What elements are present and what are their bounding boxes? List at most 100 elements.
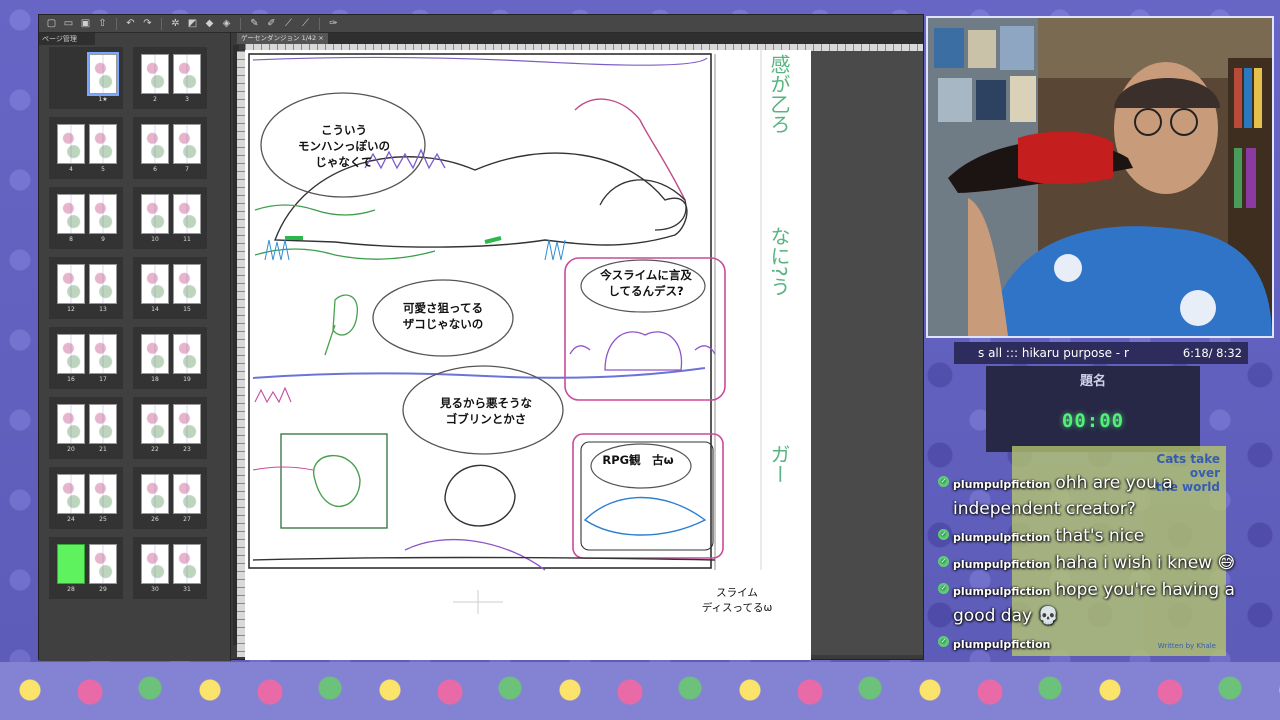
document-tab-label: ゲーセンダンジョン 1/42 xyxy=(241,34,317,42)
page-thumbnail[interactable] xyxy=(57,404,85,444)
page-thumbnail[interactable] xyxy=(173,474,201,514)
page-number: 4 xyxy=(69,166,73,173)
page-number: 30 xyxy=(151,586,159,593)
page-number: 19 xyxy=(183,376,191,383)
chat-text: that's nice xyxy=(1055,526,1145,546)
page-thumbnail[interactable] xyxy=(141,124,169,164)
line-tool-icon[interactable]: ⟋ xyxy=(299,17,312,30)
page-number: 1★ xyxy=(98,96,108,103)
undo-icon[interactable]: ↶ xyxy=(124,17,137,30)
chat-message: ✓ plumpulpfiction xyxy=(936,630,1236,656)
page-thumbnail[interactable] xyxy=(173,334,201,374)
page-spread: 18 19 xyxy=(133,327,230,391)
page-number: 11 xyxy=(183,236,191,243)
badge-icon: ✓ xyxy=(938,556,949,567)
ruler-icon[interactable]: ⟋ xyxy=(282,17,295,30)
page-number: 26 xyxy=(151,516,159,523)
speech-bubble-2: 可愛さ狙ってる ザコじゃないの xyxy=(402,301,484,331)
toolbar-divider xyxy=(116,17,117,30)
page-thumbnail[interactable] xyxy=(89,194,117,234)
page-number: 18 xyxy=(151,376,159,383)
chat-panel: ✓ plumpulpfiction ohh are you a independen… xyxy=(936,470,1236,657)
document-tab[interactable]: ゲーセンダンジョン 1/42 × xyxy=(237,33,328,44)
page-thumbnail[interactable] xyxy=(141,544,169,584)
page-thumbnail[interactable] xyxy=(141,264,169,304)
open-folder-icon[interactable]: ▭ xyxy=(62,17,75,30)
page-thumbnail[interactable] xyxy=(87,52,119,96)
toolbar-divider xyxy=(240,17,241,30)
settings-gear-icon[interactable]: ✲ xyxy=(169,17,182,30)
pen-icon[interactable]: ✎ xyxy=(248,17,261,30)
transform-icon[interactable]: ◆ xyxy=(203,17,216,30)
margin-note: スライム ディスってるω xyxy=(701,587,773,614)
page-thumbnail[interactable] xyxy=(141,54,169,94)
export-icon[interactable]: ⇧ xyxy=(96,17,109,30)
page-thumbnail[interactable] xyxy=(89,334,117,374)
chat-username: plumpulpfiction xyxy=(953,638,1051,651)
page-number: 15 xyxy=(183,306,191,313)
page-thumbnail[interactable] xyxy=(173,264,201,304)
command-bar: ▢ ▭ ▣ ⇧ ↶ ↷ ✲ ◩ ◆ ◈ ✎ ✐ ⟋ ⟋ ✑ xyxy=(39,15,923,33)
page-thumbnail[interactable] xyxy=(57,334,85,374)
page-thumbnail[interactable] xyxy=(89,474,117,514)
page-thumbnail[interactable] xyxy=(141,334,169,374)
vertical-ruler xyxy=(237,51,245,657)
clear-icon[interactable]: ◩ xyxy=(186,17,199,30)
page-thumbnail[interactable] xyxy=(141,474,169,514)
close-icon[interactable]: × xyxy=(318,34,323,42)
webcam-feed xyxy=(926,16,1274,338)
new-file-icon[interactable]: ▢ xyxy=(45,17,58,30)
page-spread: 67 xyxy=(133,117,230,181)
page-thumbnail[interactable] xyxy=(141,194,169,234)
page-number: 20 xyxy=(67,446,75,453)
save-icon[interactable]: ▣ xyxy=(79,17,92,30)
page-spread: 14 15 xyxy=(133,257,230,321)
speech-bubble-4: 見るから悪そうな ゴブリンとかさ xyxy=(440,396,532,426)
page-thumbnail[interactable] xyxy=(89,404,117,444)
page-number: 16 xyxy=(67,376,75,383)
brush-icon[interactable]: ✐ xyxy=(265,17,278,30)
manga-page-canvas[interactable]: こういう モンハンっぽいの じゃなくて 可愛さ狙ってる ザコじゃないの 今スライ… xyxy=(245,50,811,660)
chat-username: plumpulpfiction xyxy=(953,558,1051,571)
page-thumbnail[interactable] xyxy=(173,404,201,444)
page-number: 12 xyxy=(67,306,75,313)
page-thumbnail[interactable] xyxy=(89,124,117,164)
fill-icon[interactable]: ◈ xyxy=(220,17,233,30)
page-thumbnail[interactable] xyxy=(141,404,169,444)
speech-bubble-1: こういう モンハンっぽいの じゃなくて xyxy=(298,123,390,169)
pencil-note-low: ガー xyxy=(767,444,791,484)
page-number: 22 xyxy=(151,446,159,453)
page-thumbnail[interactable] xyxy=(89,544,117,584)
redo-icon[interactable]: ↷ xyxy=(141,17,154,30)
bottom-character-banner xyxy=(0,662,1280,720)
page-number: 10 xyxy=(151,236,159,243)
page-thumbnail[interactable] xyxy=(57,544,85,584)
page-spread: 10 11 xyxy=(133,187,230,251)
page-thumbnail[interactable] xyxy=(173,544,201,584)
chat-text: haha i wish i knew 😅 xyxy=(1055,553,1236,573)
chat-message: ✓ plumpulpfiction ohh are you a independen… xyxy=(936,470,1236,522)
selection-pen-icon[interactable]: ✑ xyxy=(327,17,340,30)
page-thumbnail[interactable] xyxy=(89,264,117,304)
document-tab-bar: ゲーセンダンジョン 1/42 × xyxy=(237,33,923,44)
page-thumbnail[interactable] xyxy=(57,264,85,304)
now-playing-bar: s all ::: hikaru purpose - r 6:18/ 8:32 xyxy=(954,342,1248,364)
page-management-panel: ページ管理 1★ 2 3 4 5 6 7 8 9 10 11 12 13 14 15 16 17 18 19 20 21… xyxy=(39,33,231,661)
chat-message: ✓ plumpulpfiction hope you're having a goo… xyxy=(936,577,1236,629)
page-thumbnail[interactable] xyxy=(173,194,201,234)
page-number: 13 xyxy=(99,306,107,313)
chat-username: plumpulpfiction xyxy=(953,478,1051,491)
pencil-note-middle: なに?う xyxy=(767,226,791,297)
page-thumbnail[interactable] xyxy=(57,124,85,164)
page-number: 7 xyxy=(185,166,189,173)
badge-icon: ✓ xyxy=(938,529,949,540)
panel-tab-page-management[interactable]: ページ管理 xyxy=(39,33,95,45)
page-thumbnail[interactable] xyxy=(57,194,85,234)
page-number: 3 xyxy=(185,96,189,103)
page-thumbnail[interactable] xyxy=(173,124,201,164)
thumbnail-row: 8 9 10 11 xyxy=(49,187,209,257)
page-number: 31 xyxy=(183,586,191,593)
timer-widget: 題名 00:00 xyxy=(986,366,1200,452)
page-thumbnail[interactable] xyxy=(173,54,201,94)
page-thumbnail[interactable] xyxy=(57,474,85,514)
